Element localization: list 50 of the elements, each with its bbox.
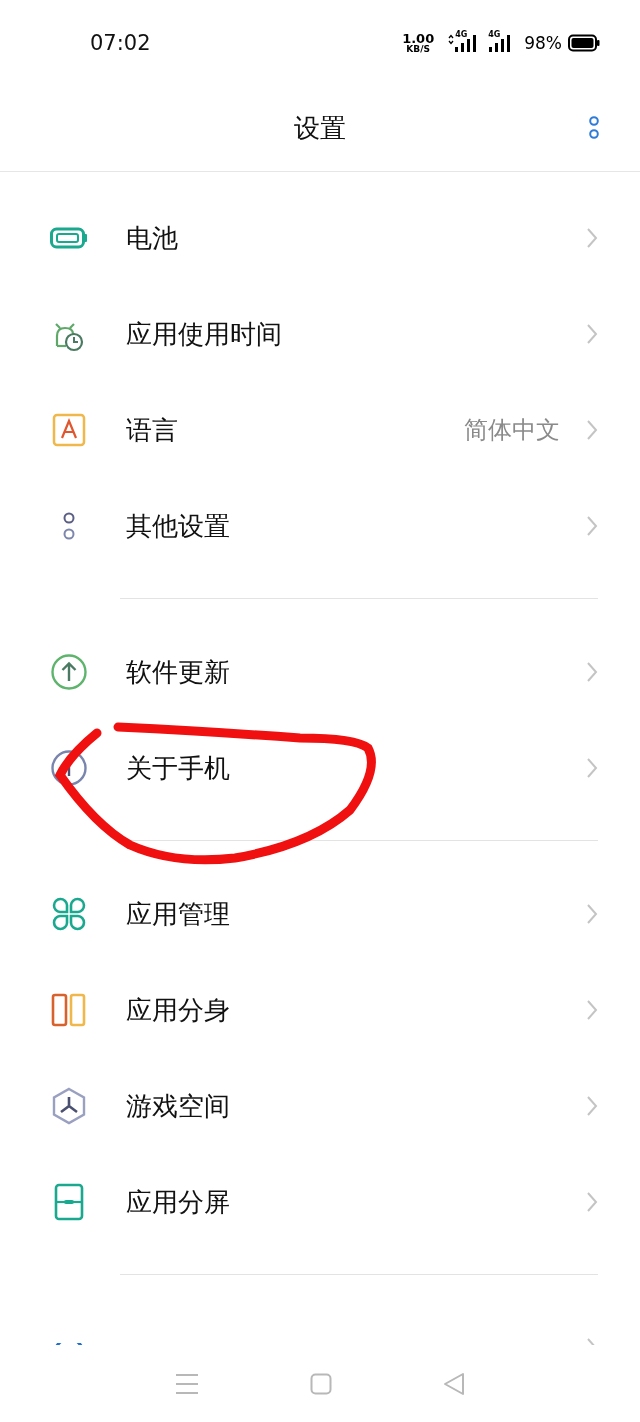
settings-row[interactable]: 应用使用时间 bbox=[0, 286, 640, 382]
chevron-icon bbox=[586, 515, 598, 537]
home-button[interactable] bbox=[310, 1372, 332, 1395]
settings-row[interactable]: 软件更新 bbox=[0, 624, 640, 720]
info-icon bbox=[50, 749, 88, 787]
settings-row[interactable]: 游戏空间 bbox=[0, 1058, 640, 1154]
page-title: 设置 bbox=[294, 111, 346, 145]
row-label: 其他设置 bbox=[126, 509, 231, 543]
row-label: 关于手机 bbox=[126, 751, 231, 785]
chevron-icon bbox=[586, 999, 598, 1021]
battery-icon bbox=[568, 33, 600, 52]
row-label: 应用分身 bbox=[126, 993, 231, 1027]
clock-time: 07:02 bbox=[90, 30, 152, 55]
row-value: 简体中文 bbox=[464, 415, 560, 446]
chevron-icon bbox=[586, 757, 598, 779]
row-label: 应用分屏 bbox=[126, 1185, 231, 1219]
chevron-icon bbox=[586, 1191, 598, 1213]
battery-percent: 98% bbox=[524, 32, 562, 53]
speed-unit: KB/S bbox=[406, 44, 430, 54]
row-label: 应用管理 bbox=[126, 897, 231, 931]
row-label: 游戏空间 bbox=[126, 1089, 231, 1123]
split-screen-icon bbox=[54, 1183, 84, 1221]
speed-value: 1.00 bbox=[402, 31, 435, 45]
two-panels-icon bbox=[51, 993, 87, 1027]
menu-button[interactable] bbox=[175, 1372, 200, 1395]
settings-row[interactable]: 应用分屏 bbox=[0, 1154, 640, 1250]
row-label: 软件更新 bbox=[126, 655, 231, 689]
settings-row[interactable]: 应用分身 bbox=[0, 962, 640, 1058]
settings-row[interactable]: 其他设置 bbox=[0, 478, 640, 574]
dots-icon bbox=[62, 511, 76, 541]
battery-icon bbox=[50, 227, 88, 249]
back-button[interactable] bbox=[442, 1371, 465, 1396]
letter-a-icon bbox=[52, 413, 86, 447]
four-petal-icon bbox=[51, 896, 87, 932]
chevron-icon bbox=[586, 419, 598, 441]
network-type: 4G bbox=[488, 29, 501, 39]
hexagon-icon bbox=[51, 1087, 87, 1125]
network-type: 4G bbox=[455, 29, 468, 39]
settings-row[interactable]: 关于手机 bbox=[0, 720, 640, 816]
settings-row[interactable]: 语言 简体中文 bbox=[0, 382, 640, 478]
settings-row[interactable]: 电池 bbox=[0, 190, 640, 286]
chevron-icon bbox=[586, 1095, 598, 1117]
settings-row[interactable]: 应用管理 bbox=[0, 866, 640, 962]
row-label: 电池 bbox=[126, 221, 179, 255]
chevron-icon bbox=[586, 323, 598, 345]
chevron-icon bbox=[586, 661, 598, 683]
chevron-icon bbox=[586, 227, 598, 249]
row-label: 语言 bbox=[126, 413, 179, 447]
chevron-icon bbox=[586, 903, 598, 925]
row-label: 应用使用时间 bbox=[126, 317, 283, 351]
